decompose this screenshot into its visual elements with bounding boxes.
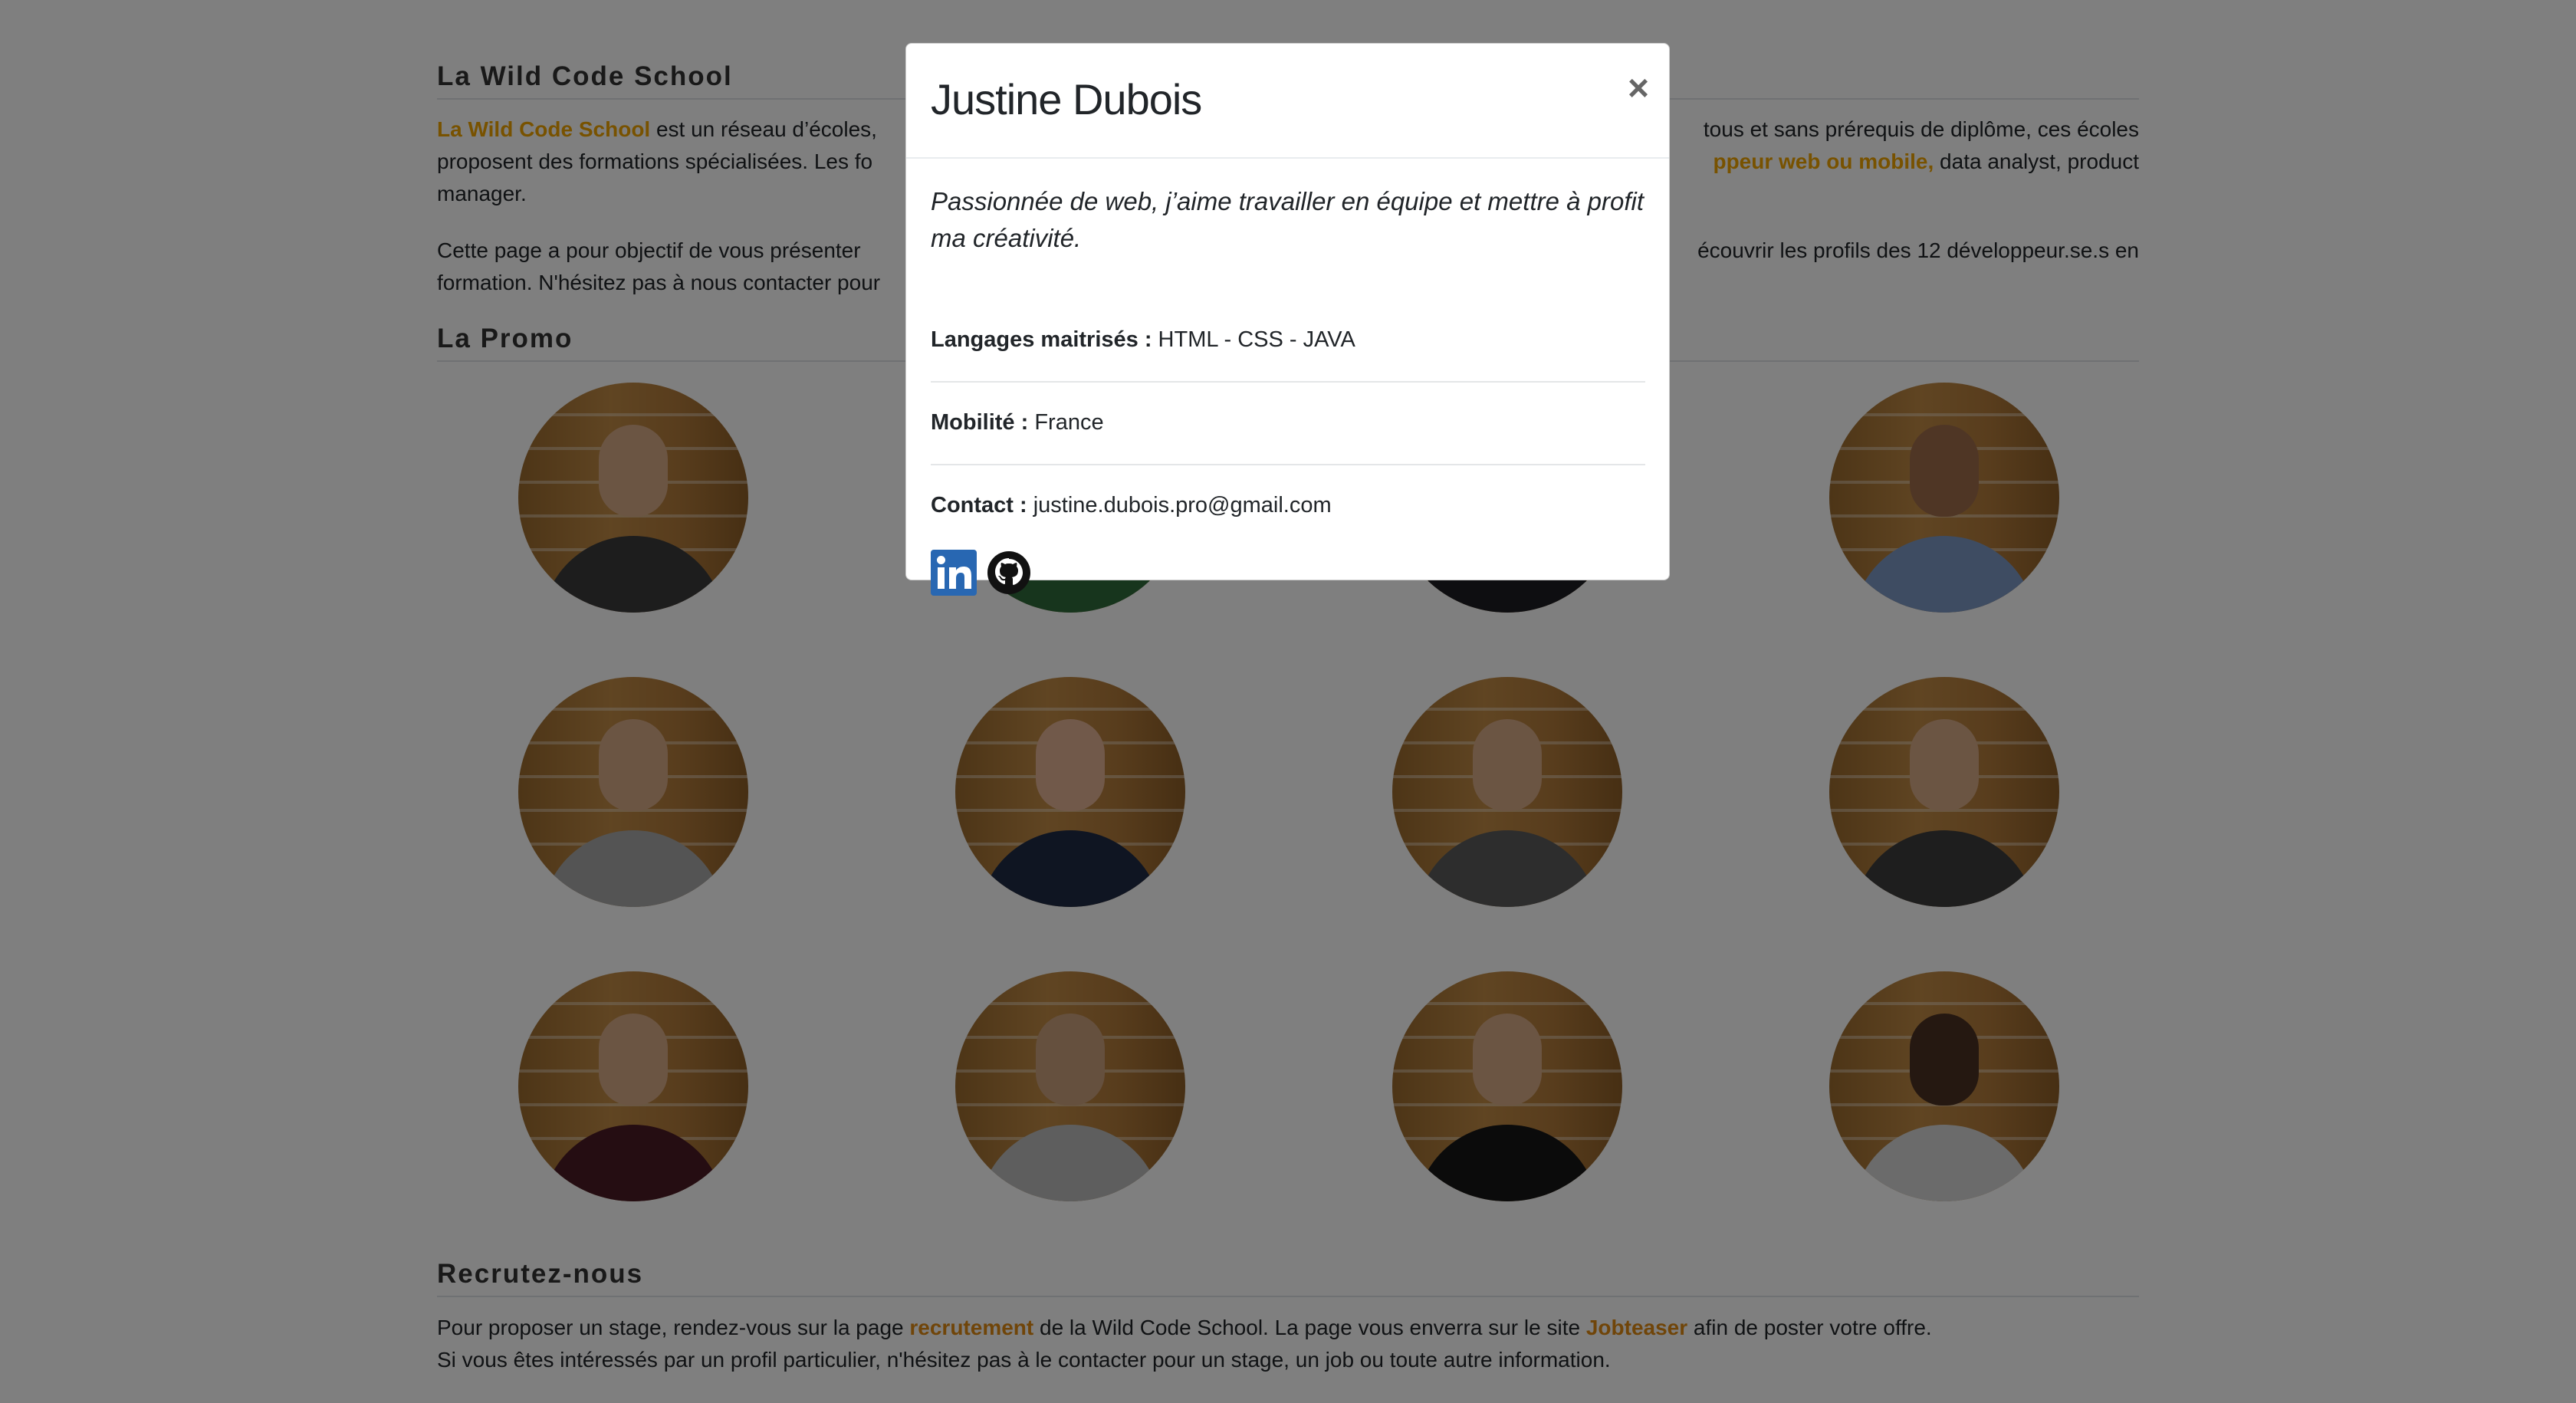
contact-field: Contact : justine.dubois.pro@gmail.com <box>931 493 1332 518</box>
profile-modal: Justine Dubois × Passionnée de web, j’ai… <box>905 43 1670 596</box>
modal-divider <box>931 464 1645 465</box>
close-button[interactable]: × <box>1619 70 1658 108</box>
modal-title: Justine Dubois <box>931 75 1202 123</box>
github-icon[interactable] <box>986 550 1032 596</box>
linkedin-icon[interactable] <box>931 550 977 596</box>
profile-quote: Passionnée de web, j’aime travailler en … <box>931 187 1644 252</box>
modal-header: Justine Dubois × <box>906 44 1669 159</box>
modal-divider <box>931 381 1645 383</box>
languages-field: Langages maitrisés : HTML - CSS - JAVA <box>931 327 1355 352</box>
mobility-field: Mobilité : France <box>931 410 1104 435</box>
